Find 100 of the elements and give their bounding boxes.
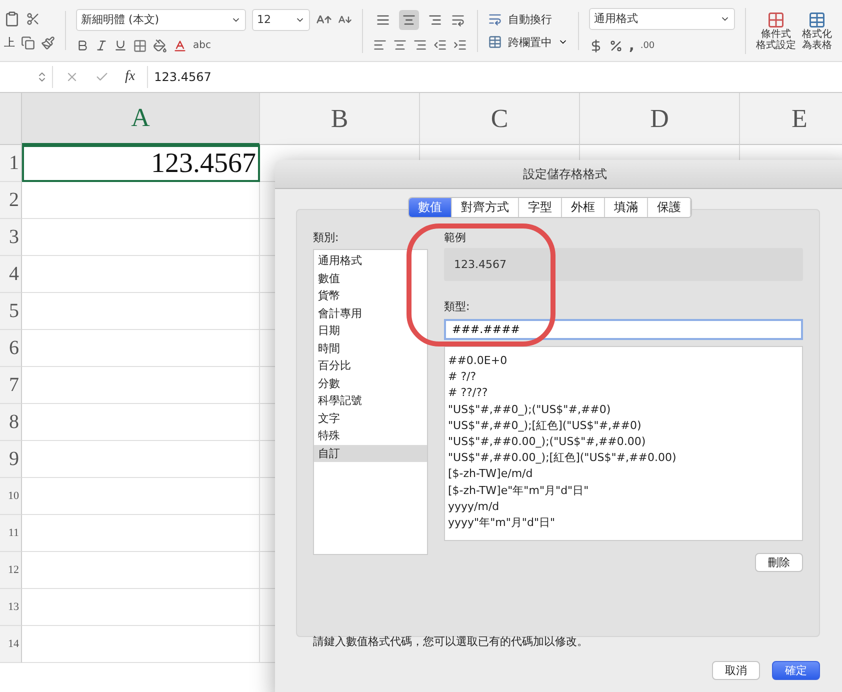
align-left-icon[interactable] <box>373 38 387 52</box>
align-center-icon[interactable] <box>393 38 407 52</box>
insert-function-button[interactable]: fx <box>125 69 136 85</box>
align-middle-icon <box>402 12 416 26</box>
orientation-icon[interactable] <box>451 12 465 26</box>
cut-icon[interactable] <box>26 12 40 26</box>
currency-icon[interactable] <box>589 38 603 52</box>
sample-label: 範例 <box>444 230 467 245</box>
cell[interactable] <box>22 515 260 552</box>
wrap-text-button[interactable]: 自動換行 <box>508 12 552 26</box>
format-table-icon[interactable] <box>808 10 826 28</box>
row-header[interactable]: 2 <box>0 182 22 219</box>
category-item[interactable]: 時間 <box>314 340 427 357</box>
merge-icon[interactable] <box>488 35 502 49</box>
row-header[interactable]: 5 <box>0 293 22 330</box>
text-effects-button[interactable]: abc <box>193 40 211 51</box>
cancel-button[interactable]: 取消 <box>712 661 760 680</box>
format-item[interactable]: yyyy/m/d <box>448 498 802 516</box>
conditional-format-icon[interactable] <box>767 10 785 28</box>
paste-icon[interactable] <box>4 11 20 27</box>
formula-field[interactable]: 123.4567 <box>148 70 212 84</box>
percent-icon[interactable] <box>609 38 623 52</box>
row-header[interactable]: 13 <box>0 589 22 626</box>
delete-button[interactable]: 刪除 <box>755 553 803 572</box>
category-item[interactable]: 通用格式 <box>314 252 427 270</box>
row-header[interactable]: 11 <box>0 515 22 552</box>
italic-icon[interactable] <box>95 39 108 52</box>
row-header[interactable]: 3 <box>0 219 22 256</box>
borders-icon[interactable] <box>133 38 147 52</box>
underline-icon[interactable] <box>114 39 127 52</box>
ok-button[interactable]: 確定 <box>772 661 820 680</box>
format-item[interactable]: yyyy"年"m"月"d"日" <box>448 515 802 532</box>
conditional-format-label[interactable]: 條件式 格式設定 <box>756 28 796 50</box>
row-header[interactable]: 7 <box>0 367 22 404</box>
wrap-text-icon[interactable] <box>488 12 502 26</box>
cell[interactable] <box>22 404 260 441</box>
format-item[interactable]: # ?/? <box>448 369 802 386</box>
cell[interactable] <box>22 441 260 478</box>
format-item[interactable]: "US$"#,##0.00_);("US$"#,##0.00) <box>448 434 802 450</box>
category-item[interactable]: 百分比 <box>314 357 427 374</box>
row-header[interactable]: 6 <box>0 330 22 367</box>
decrease-indent-icon[interactable] <box>433 38 447 52</box>
category-item[interactable]: 日期 <box>314 322 427 340</box>
cell[interactable] <box>22 182 260 219</box>
category-item[interactable]: 科學記號 <box>314 392 427 410</box>
format-painter-icon[interactable] <box>41 36 55 50</box>
category-item[interactable]: 貨幣 <box>314 287 427 304</box>
vertical-align-button[interactable] <box>399 10 419 30</box>
category-list[interactable]: 通用格式 數值 貨幣 會計專用 日期 時間 百分比 分數 科學記號 文字 特殊 自訂 <box>313 249 428 555</box>
row-header[interactable]: 4 <box>0 256 22 293</box>
category-item[interactable]: 會計專用 <box>314 304 427 322</box>
column-header[interactable]: B <box>260 93 420 145</box>
format-item[interactable]: ##0.0E+0 <box>448 353 802 370</box>
cell[interactable] <box>22 552 260 589</box>
cell[interactable] <box>22 626 260 663</box>
font-color-icon[interactable] <box>173 38 187 52</box>
column-header[interactable]: D <box>580 93 740 145</box>
decimal-button[interactable]: .00 <box>640 40 655 50</box>
bold-icon[interactable] <box>76 39 89 52</box>
format-item[interactable]: [$-zh-TW]e/m/d <box>448 466 802 483</box>
tab[interactable]: 數值 <box>409 198 452 217</box>
format-item[interactable]: "US$"#,##0.00_);[紅色]("US$"#,##0.00) <box>448 450 802 466</box>
format-item[interactable]: # ??/?? <box>448 385 802 402</box>
number-format-dropdown[interactable]: 通用格式 <box>589 8 735 30</box>
cell[interactable] <box>22 367 260 404</box>
format-list[interactable] <box>444 346 803 541</box>
column-header[interactable]: C <box>420 93 580 145</box>
column-header[interactable]: E <box>740 93 842 145</box>
align-right-icon[interactable] <box>413 38 427 52</box>
category-item[interactable]: 特殊 <box>314 427 427 444</box>
row-header[interactable]: 12 <box>0 552 22 589</box>
row-header[interactable]: 10 <box>0 478 22 515</box>
cell[interactable]: 123.4567 <box>22 145 260 182</box>
increase-indent-icon[interactable] <box>453 38 467 52</box>
format-item[interactable]: "US$"#,##0_);("US$"#,##0) <box>448 402 802 418</box>
category-item[interactable]: 文字 <box>314 410 427 427</box>
row-header[interactable]: 1 <box>0 145 22 182</box>
fill-color-icon[interactable] <box>153 38 167 52</box>
copy-icon[interactable] <box>21 36 35 50</box>
category-item[interactable]: 分數 <box>314 374 427 392</box>
format-item[interactable]: [$-zh-TW]e"年"m"月"d"日" <box>448 482 802 499</box>
category-item[interactable]: 自訂 <box>314 444 427 462</box>
row-header[interactable]: 14 <box>0 626 22 663</box>
format-table-label[interactable]: 格式化 為表格 <box>802 28 832 50</box>
font-name-dropdown[interactable]: 新細明體 (本文) <box>76 8 246 30</box>
format-item[interactable]: "US$"#,##0_);[紅色]("US$"#,##0) <box>448 418 802 434</box>
row-header[interactable]: 9 <box>0 441 22 478</box>
category-item[interactable]: 數值 <box>314 270 427 287</box>
cell[interactable] <box>22 478 260 515</box>
merge-center-button[interactable]: 跨欄置中 <box>508 34 552 50</box>
type-field[interactable]: ###.#### <box>444 319 803 340</box>
cell[interactable] <box>22 219 260 256</box>
cell[interactable] <box>22 256 260 293</box>
comma-style-button[interactable]: , <box>629 38 634 54</box>
cell[interactable] <box>22 293 260 330</box>
row-header[interactable]: 8 <box>0 404 22 441</box>
cell[interactable] <box>22 589 260 626</box>
cell[interactable] <box>22 330 260 367</box>
column-header[interactable]: A <box>22 93 260 145</box>
font-size-dropdown[interactable]: 12 <box>252 8 310 30</box>
